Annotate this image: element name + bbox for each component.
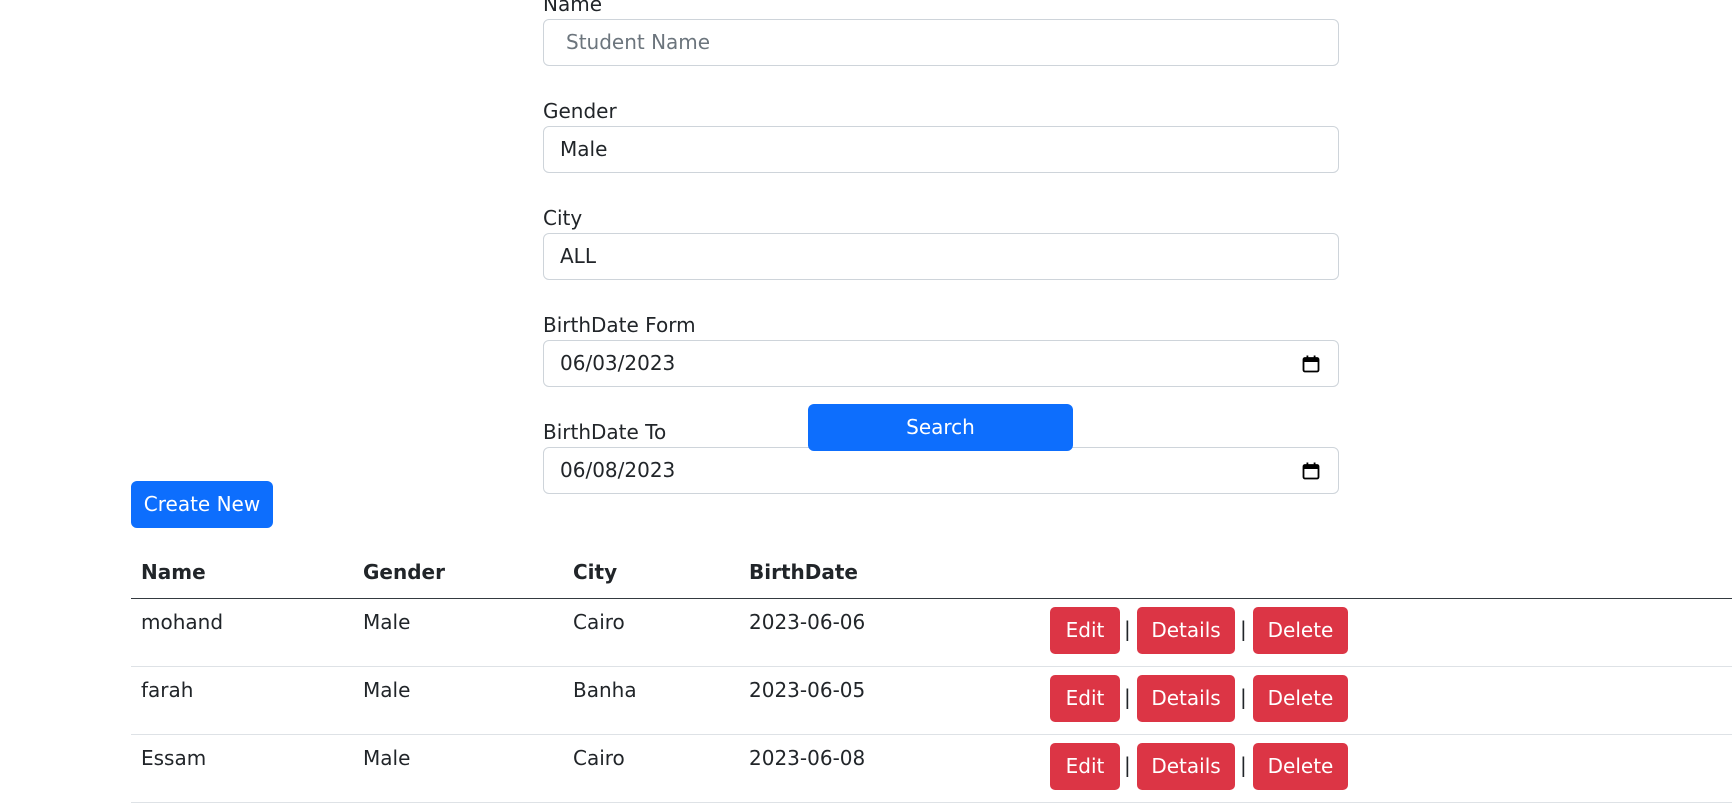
search-button[interactable]: Search <box>808 404 1073 451</box>
header-gender: Gender <box>363 560 445 584</box>
cell-gender: Male <box>363 610 411 634</box>
birthdate-from-label: BirthDate Form <box>543 313 696 337</box>
name-label: Name <box>543 0 603 16</box>
details-button[interactable]: Details <box>1137 743 1235 790</box>
header-name: Name <box>141 560 206 584</box>
delete-button[interactable]: Delete <box>1253 743 1348 790</box>
gender-value: Male <box>560 137 608 161</box>
separator: | <box>1124 685 1131 709</box>
separator: | <box>1124 753 1131 777</box>
gender-select[interactable]: Male <box>543 126 1339 173</box>
cell-gender: Male <box>363 746 411 770</box>
cell-city: Banha <box>573 678 637 702</box>
cell-city: Cairo <box>573 610 625 634</box>
table-row: mohand Male Cairo 2023-06-06 Edit | Deta… <box>131 599 1732 667</box>
calendar-icon[interactable] <box>1302 355 1320 373</box>
separator: | <box>1124 617 1131 641</box>
separator: | <box>1240 617 1247 641</box>
separator: | <box>1240 685 1247 709</box>
cell-gender: Male <box>363 678 411 702</box>
edit-button[interactable]: Edit <box>1050 675 1120 722</box>
edit-button[interactable]: Edit <box>1050 607 1120 654</box>
calendar-icon[interactable] <box>1302 462 1320 480</box>
name-placeholder: Student Name <box>566 30 711 54</box>
delete-button[interactable]: Delete <box>1253 607 1348 654</box>
cell-name: mohand <box>141 610 224 634</box>
birthdate-from-value: 06/03/2023 <box>560 351 676 375</box>
gender-label: Gender <box>543 99 617 123</box>
edit-button[interactable]: Edit <box>1050 743 1120 790</box>
cell-city: Cairo <box>573 746 625 770</box>
city-select[interactable]: ALL <box>543 233 1339 280</box>
header-city: City <box>573 560 618 584</box>
birthdate-to-value: 06/08/2023 <box>560 458 676 482</box>
birthdate-from-input[interactable]: 06/03/2023 <box>543 340 1339 387</box>
cell-birthdate: 2023-06-06 <box>749 610 866 634</box>
table-row: Essam Male Cairo 2023-06-08 Edit | Detai… <box>131 735 1732 803</box>
table-row: farah Male Banha 2023-06-05 Edit | Detai… <box>131 667 1732 735</box>
cell-name: Essam <box>141 746 207 770</box>
cell-birthdate: 2023-06-05 <box>749 678 866 702</box>
student-search-page: Name Student Name Gender Male City ALL B… <box>0 0 1732 812</box>
header-birthdate: BirthDate <box>749 560 858 584</box>
cell-birthdate: 2023-06-08 <box>749 746 866 770</box>
birthdate-to-input[interactable]: 06/08/2023 <box>543 447 1339 494</box>
city-value: ALL <box>560 244 596 268</box>
students-table: Name Gender City BirthDate mohand Male C… <box>131 552 1732 803</box>
city-label: City <box>543 206 583 230</box>
create-new-button[interactable]: Create New <box>131 481 273 528</box>
table-header: Name Gender City BirthDate <box>131 552 1732 599</box>
details-button[interactable]: Details <box>1137 675 1235 722</box>
delete-button[interactable]: Delete <box>1253 675 1348 722</box>
details-button[interactable]: Details <box>1137 607 1235 654</box>
separator: | <box>1240 753 1247 777</box>
name-input[interactable]: Student Name <box>543 19 1339 66</box>
cell-name: farah <box>141 678 194 702</box>
